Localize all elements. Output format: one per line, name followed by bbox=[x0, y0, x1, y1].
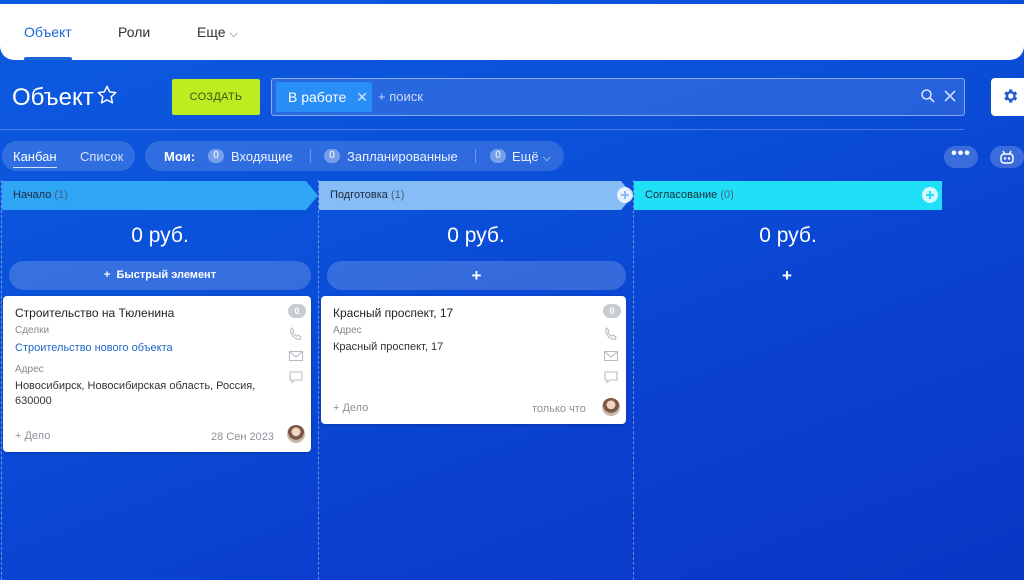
card-date: только что bbox=[532, 403, 586, 415]
stage-header-start[interactable]: Начало (1) bbox=[2, 181, 318, 210]
chat-icon[interactable] bbox=[603, 369, 619, 385]
view-kanban[interactable]: Канбан bbox=[13, 149, 57, 168]
stage-count: (1) bbox=[390, 189, 405, 201]
add-stage-icon[interactable] bbox=[617, 187, 633, 203]
robot-icon bbox=[1000, 150, 1014, 164]
kanban-card[interactable]: Строительство на Тюленина 0 Сделки Строи… bbox=[3, 296, 311, 452]
add-task-link[interactable]: + Дело bbox=[333, 402, 368, 414]
close-icon[interactable]: ✕ bbox=[356, 82, 368, 112]
my-label: Мои: bbox=[164, 149, 196, 164]
mail-icon[interactable] bbox=[288, 348, 304, 364]
search-input[interactable]: + поиск bbox=[378, 89, 423, 104]
phone-icon[interactable] bbox=[603, 326, 619, 342]
mail-icon[interactable] bbox=[603, 348, 619, 364]
quick-add-button[interactable]: + Быстрый элемент bbox=[9, 261, 311, 290]
filter-more[interactable]: Ещё ⌵ bbox=[512, 149, 551, 165]
filter-chip-in-progress[interactable]: В работе ✕ bbox=[276, 82, 372, 112]
tab-label: Еще bbox=[197, 24, 226, 40]
stage-name: Начало bbox=[13, 189, 52, 201]
address-value: Красный проспект, 17 bbox=[333, 341, 444, 353]
tab-label: Объект bbox=[24, 24, 72, 40]
card-field-label: Сделки bbox=[15, 325, 50, 336]
add-task-link[interactable]: + Дело bbox=[15, 430, 50, 442]
stage-header-preparation[interactable]: Подготовка (1) bbox=[319, 181, 633, 210]
stage-name: Подготовка bbox=[330, 189, 388, 201]
chevron-down-icon: ⌵ bbox=[542, 152, 551, 164]
view-list[interactable]: Список bbox=[80, 149, 123, 164]
column-sum: 0 руб. bbox=[131, 224, 189, 247]
column-sum: 0 руб. bbox=[447, 224, 505, 247]
counter-badge: 0 bbox=[208, 149, 224, 163]
card-title[interactable]: Красный проспект, 17 bbox=[333, 306, 453, 320]
settings-button[interactable] bbox=[991, 78, 1024, 116]
separator bbox=[310, 149, 311, 163]
address-value-line2: 630000 bbox=[15, 395, 52, 407]
filter-planned[interactable]: Запланированные bbox=[347, 149, 458, 164]
card-title[interactable]: Строительство на Тюленина bbox=[15, 306, 174, 320]
chevron-down-icon: ⌵ bbox=[229, 28, 238, 40]
filter-chip-label: В работе bbox=[288, 89, 347, 105]
view-switch: Канбан Список bbox=[2, 141, 135, 171]
avatar[interactable] bbox=[602, 398, 620, 416]
add-stage-icon[interactable] bbox=[922, 187, 938, 203]
counter-badge: 0 bbox=[324, 149, 340, 163]
filter-incoming[interactable]: Входящие bbox=[231, 149, 293, 164]
robot-button[interactable] bbox=[990, 146, 1024, 168]
kanban-card[interactable]: Красный проспект, 17 0 Адрес Красный про… bbox=[321, 296, 626, 424]
deal-link[interactable]: Строительство нового объекта bbox=[15, 342, 173, 354]
clear-icon[interactable] bbox=[942, 88, 958, 104]
quick-add-label: Быстрый элемент bbox=[116, 269, 217, 281]
counter-badge: 0 bbox=[490, 149, 506, 163]
avatar[interactable] bbox=[287, 425, 305, 443]
page-title: Объект bbox=[12, 84, 94, 111]
gear-icon bbox=[1004, 89, 1018, 103]
tab-more[interactable]: Еще ⌵ bbox=[197, 4, 238, 60]
phone-icon[interactable] bbox=[288, 326, 304, 342]
stage-name: Согласование bbox=[645, 189, 718, 201]
column-sum: 0 руб. bbox=[759, 224, 817, 247]
separator bbox=[475, 149, 476, 163]
stage-count: (1) bbox=[54, 189, 68, 201]
more-options-button[interactable]: ••• bbox=[944, 146, 978, 168]
filter-more-label: Ещё bbox=[512, 149, 539, 164]
header-divider bbox=[0, 129, 964, 130]
my-filters-bar: Мои: 0 Входящие 0 Запланированные 0 Ещё ⌵ bbox=[145, 141, 564, 171]
chat-icon[interactable] bbox=[288, 369, 304, 385]
top-tabs-bar: Объект Роли Еще ⌵ bbox=[0, 4, 1024, 60]
stage-count: (0) bbox=[720, 189, 734, 201]
card-date: 28 Сен 2023 bbox=[211, 431, 274, 443]
star-icon[interactable] bbox=[96, 84, 118, 106]
tab-object[interactable]: Объект bbox=[24, 4, 72, 60]
quick-add-button[interactable]: + bbox=[327, 261, 626, 290]
tab-label: Роли bbox=[118, 24, 151, 40]
card-counter-badge: 0 bbox=[603, 304, 621, 318]
card-field-label: Адрес bbox=[333, 325, 362, 336]
card-counter-badge: 0 bbox=[288, 304, 306, 318]
quick-add-button[interactable]: + bbox=[782, 266, 792, 286]
card-field-label: Адрес bbox=[15, 364, 44, 375]
search-filter-box[interactable]: В работе ✕ + поиск bbox=[271, 78, 965, 116]
search-icon[interactable] bbox=[920, 88, 936, 104]
tab-roles[interactable]: Роли bbox=[118, 4, 150, 60]
quick-add-label: + bbox=[471, 266, 482, 285]
stage-header-approval[interactable]: Согласование (0) bbox=[634, 181, 942, 210]
create-button[interactable]: СОЗДАТЬ bbox=[172, 79, 260, 115]
address-value: Новосибирск, Новосибирская область, Росс… bbox=[15, 380, 256, 392]
